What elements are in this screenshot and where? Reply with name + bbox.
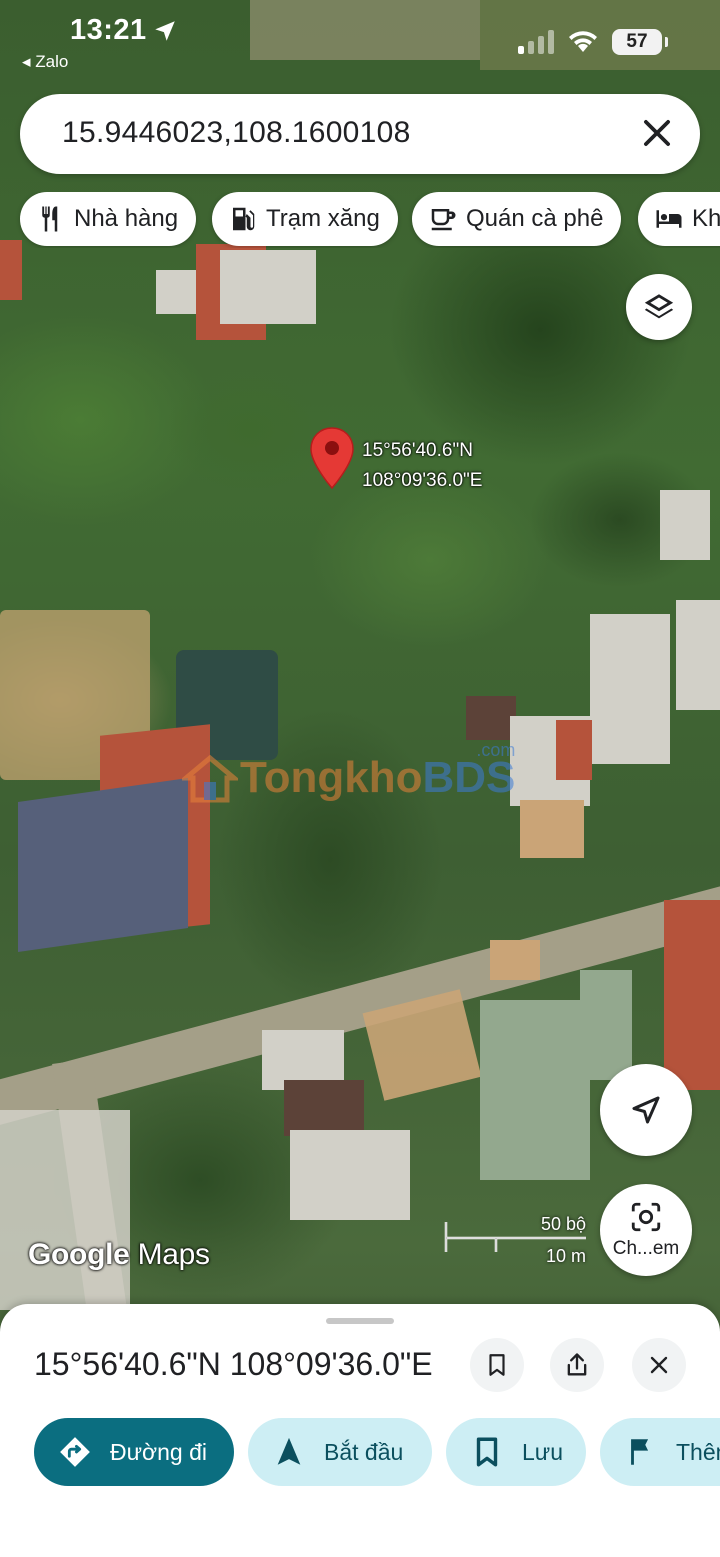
hotel-icon bbox=[656, 210, 682, 228]
layers-button[interactable] bbox=[626, 274, 692, 340]
navigation-arrow-icon bbox=[632, 1096, 660, 1124]
map-building bbox=[466, 696, 516, 740]
map-scale: 50 bộ 10 m bbox=[440, 1212, 590, 1268]
category-chips: Nhà hàng Trạm xăng Quán cà phê Khách sạn bbox=[0, 192, 720, 248]
map-building bbox=[490, 940, 540, 980]
close-sheet-button[interactable] bbox=[632, 1338, 686, 1392]
directions-label: Đường đi bbox=[110, 1438, 207, 1465]
share-button[interactable] bbox=[550, 1338, 604, 1392]
start-button[interactable]: Bắt đầu bbox=[248, 1418, 432, 1486]
action-row: Đường đi Bắt đầu Lưu Thêm bbox=[0, 1418, 720, 1488]
scale-imperial: 50 bộ bbox=[540, 1214, 586, 1234]
my-location-button[interactable] bbox=[600, 1064, 692, 1156]
more-button[interactable]: Thêm bbox=[600, 1418, 720, 1486]
search-bar[interactable]: 15.9446023,108.1600108 bbox=[20, 94, 700, 174]
restaurant-icon bbox=[42, 206, 58, 232]
layers-icon bbox=[644, 294, 674, 319]
chip-restaurants[interactable]: Nhà hàng bbox=[20, 192, 197, 246]
watermark: Tongkho BDS .com bbox=[182, 740, 515, 808]
battery-indicator: 57 bbox=[612, 29, 668, 55]
close-icon bbox=[650, 1356, 668, 1374]
place-title: 15°56'40.6"N 108°09'36.0"E bbox=[34, 1346, 433, 1382]
map-building bbox=[480, 1000, 590, 1180]
watermark-domain: .com bbox=[476, 740, 516, 760]
flag-icon bbox=[631, 1439, 649, 1465]
status-bar: 13:21 ◂ Zalo 57 bbox=[0, 0, 720, 80]
navigation-icon bbox=[277, 1437, 301, 1465]
chip-label: Khách sạn bbox=[692, 205, 720, 232]
back-to-app-link[interactable]: ◂ Zalo bbox=[22, 52, 68, 72]
pin-latitude: 15°56'40.6"N bbox=[362, 440, 473, 461]
directions-button[interactable]: Đường đi bbox=[34, 1418, 234, 1486]
map-building bbox=[18, 778, 188, 952]
lens-button[interactable]: Ch...em bbox=[600, 1184, 692, 1276]
map-building bbox=[156, 270, 196, 314]
bookmark-icon bbox=[476, 1437, 498, 1467]
map-building bbox=[660, 490, 710, 560]
map-building bbox=[0, 1110, 130, 1310]
close-icon[interactable] bbox=[638, 114, 676, 152]
lens-label: Ch...em bbox=[612, 1238, 680, 1259]
chip-label: Trạm xăng bbox=[266, 205, 380, 232]
bottom-sheet: 15°56'40.6"N 108°09'36.0"E Đường đi Bắt … bbox=[0, 1304, 720, 1557]
house-logo-icon bbox=[182, 754, 238, 803]
watermark-brand-1: Tongkho bbox=[240, 753, 423, 802]
location-pin-icon[interactable] bbox=[308, 426, 356, 492]
map-building bbox=[664, 900, 720, 1090]
map-building bbox=[590, 614, 670, 764]
start-label: Bắt đầu bbox=[324, 1438, 404, 1465]
save-button[interactable]: Lưu bbox=[446, 1418, 586, 1486]
camera-search-icon bbox=[631, 1202, 661, 1232]
directions-icon bbox=[60, 1437, 90, 1467]
map-building bbox=[520, 800, 584, 858]
map-building bbox=[556, 720, 592, 780]
logo-maps: Maps bbox=[137, 1238, 210, 1271]
map-building bbox=[284, 1080, 364, 1136]
map-building bbox=[580, 970, 632, 1080]
location-arrow-icon bbox=[155, 21, 175, 41]
google-maps-logo: Google Maps bbox=[28, 1238, 210, 1272]
pin-longitude: 108°09'36.0"E bbox=[362, 470, 483, 491]
wifi-icon bbox=[569, 31, 597, 52]
drag-handle[interactable] bbox=[326, 1318, 394, 1324]
search-input[interactable]: 15.9446023,108.1600108 bbox=[62, 116, 411, 150]
chip-label: Quán cà phê bbox=[466, 205, 604, 232]
save-label: Lưu bbox=[522, 1438, 563, 1465]
logo-google: Google bbox=[28, 1238, 130, 1271]
more-label: Thêm bbox=[676, 1438, 720, 1465]
map-building bbox=[290, 1130, 410, 1220]
scale-metric: 10 m bbox=[545, 1246, 586, 1266]
chip-coffee[interactable]: Quán cà phê bbox=[412, 192, 622, 246]
map-building bbox=[676, 600, 720, 710]
gas-station-icon bbox=[233, 207, 255, 231]
cellular-signal-icon bbox=[518, 30, 554, 54]
bookmark-button[interactable] bbox=[470, 1338, 524, 1392]
pin-coordinates-label: 15°56'40.6"N 108°09'36.0"E bbox=[362, 436, 482, 496]
status-time: 13:21 bbox=[70, 14, 147, 46]
map-building bbox=[220, 250, 316, 324]
coffee-icon bbox=[431, 209, 456, 231]
chip-gas-stations[interactable]: Trạm xăng bbox=[212, 192, 398, 246]
bookmark-icon bbox=[489, 1354, 505, 1376]
share-icon bbox=[567, 1353, 587, 1376]
map-building bbox=[0, 240, 22, 300]
chip-label: Nhà hàng bbox=[74, 205, 179, 232]
chip-hotels[interactable]: Khách sạn bbox=[638, 192, 720, 246]
